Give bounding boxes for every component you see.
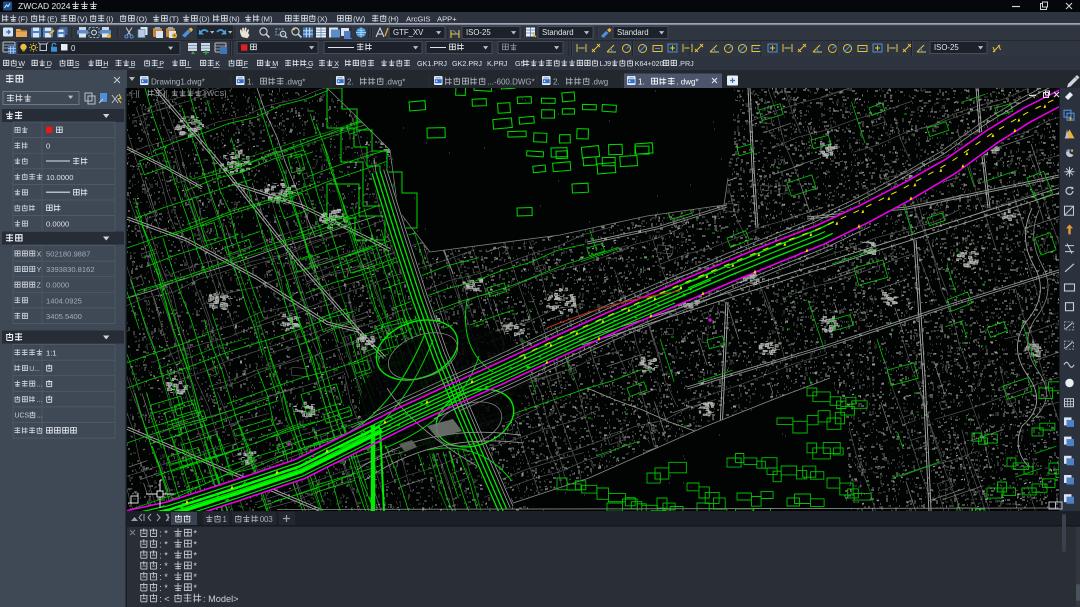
svg-text:(N): (N): [229, 15, 240, 24]
svg-text:ArcGIS: ArcGIS: [406, 15, 430, 24]
svg-text:*: *: [193, 529, 197, 539]
svg-text:: *: : *: [159, 550, 168, 560]
svg-text:...: ...: [37, 413, 43, 420]
svg-text:M: M: [272, 59, 278, 68]
svg-text:: *: : *: [159, 561, 168, 571]
svg-text:003: 003: [260, 515, 273, 524]
svg-text:*: *: [193, 539, 197, 549]
svg-text:1.: 1.: [247, 78, 254, 87]
svg-text:: <: : <: [159, 594, 169, 604]
svg-text:(O): (O): [136, 15, 147, 24]
svg-text:*: *: [193, 572, 197, 582]
svg-text:*: *: [193, 583, 197, 593]
svg-text:: *: : *: [159, 529, 168, 539]
svg-text:2.: 2.: [347, 78, 354, 87]
svg-text:(H): (H): [388, 15, 399, 24]
svg-text:GK2.PRJ: GK2.PRJ: [452, 59, 482, 68]
svg-text:W: W: [18, 59, 25, 68]
svg-text:Y: Y: [37, 267, 42, 274]
svg-text:1:1: 1:1: [46, 349, 57, 358]
svg-text:2.: 2.: [553, 78, 560, 87]
svg-text:APP+: APP+: [437, 15, 457, 24]
svg-text:.PRJ: .PRJ: [678, 59, 694, 68]
svg-text:3405.5400: 3405.5400: [46, 312, 82, 321]
svg-text:(E): (E): [47, 15, 58, 24]
svg-text:1404.0925: 1404.0925: [46, 296, 82, 305]
svg-text:K.PRJ: K.PRJ: [487, 59, 508, 68]
svg-text:: *: : *: [159, 583, 168, 593]
svg-text:G5: G5: [515, 59, 525, 68]
svg-text:ISO-25: ISO-25: [466, 28, 491, 37]
svg-text:.dwg: .dwg: [591, 78, 608, 87]
svg-text:...-600.DWG*: ...-600.DWG*: [487, 78, 535, 87]
svg-text:F: F: [244, 59, 249, 68]
svg-text:S: S: [75, 59, 80, 68]
svg-text:X: X: [37, 251, 42, 258]
svg-text:ISO-25: ISO-25: [934, 43, 959, 52]
svg-text:. dwg*: . dwg*: [676, 78, 698, 87]
svg-text:I: I: [187, 59, 189, 68]
svg-text:0: 0: [71, 44, 76, 53]
svg-text:*: *: [193, 550, 197, 560]
svg-text:Z: Z: [37, 283, 41, 290]
svg-text:H: H: [103, 59, 108, 68]
svg-text:U...: U...: [29, 366, 40, 373]
svg-text:(I): (I): [106, 15, 114, 24]
svg-text:: *: : *: [159, 572, 168, 582]
svg-text:][: ][: [163, 89, 167, 98]
svg-text:B: B: [131, 59, 136, 68]
svg-text:Standard: Standard: [542, 28, 574, 37]
svg-text:LJ9: LJ9: [600, 59, 612, 68]
svg-text:D: D: [47, 59, 52, 68]
svg-text:(M): (M): [261, 15, 273, 24]
svg-text:.dwg*: .dwg*: [385, 78, 405, 87]
svg-text:3393830.8162: 3393830.8162: [46, 265, 95, 274]
svg-text:(X): (X): [317, 15, 328, 24]
svg-text:K64+020: K64+020: [635, 59, 664, 68]
svg-text:P: P: [159, 59, 164, 68]
svg-text:Drawing1.dwg*: Drawing1.dwg*: [151, 78, 205, 87]
svg-text:(W): (W): [353, 15, 366, 24]
svg-text:10.0000: 10.0000: [46, 173, 73, 182]
svg-text:1: 1: [223, 515, 227, 524]
svg-text:.dwg*: .dwg*: [285, 78, 305, 87]
svg-text:0.0000: 0.0000: [46, 281, 69, 290]
svg-text:*: *: [193, 561, 197, 571]
svg-text:(V): (V): [77, 15, 88, 24]
svg-text:(D): (D): [199, 15, 210, 24]
svg-text:X: X: [334, 59, 339, 68]
svg-text:0: 0: [46, 142, 50, 151]
svg-text:GK1.PRJ: GK1.PRJ: [417, 59, 447, 68]
svg-text:...: ...: [37, 382, 43, 389]
svg-text:: *: : *: [159, 539, 168, 549]
svg-text:0.0000: 0.0000: [46, 220, 69, 229]
svg-text:1.: 1.: [638, 78, 645, 87]
svg-text:Standard: Standard: [617, 28, 649, 37]
svg-text:ZWCAD 2024: ZWCAD 2024: [18, 1, 71, 11]
svg-text:(F): (F): [18, 15, 28, 24]
svg-text:G: G: [308, 59, 314, 68]
svg-text:(T): (T): [169, 15, 179, 24]
svg-text:502180.9887: 502180.9887: [46, 250, 90, 259]
svg-text:...: ...: [37, 397, 43, 404]
svg-text:: Model>: : Model>: [203, 594, 239, 604]
svg-text:][WCS]: ][WCS]: [203, 89, 226, 98]
svg-text:GTF_XV: GTF_XV: [393, 28, 424, 37]
svg-text:K: K: [215, 59, 220, 68]
svg-text:UCS: UCS: [15, 413, 30, 420]
svg-text:[-][: [-][: [131, 89, 140, 98]
